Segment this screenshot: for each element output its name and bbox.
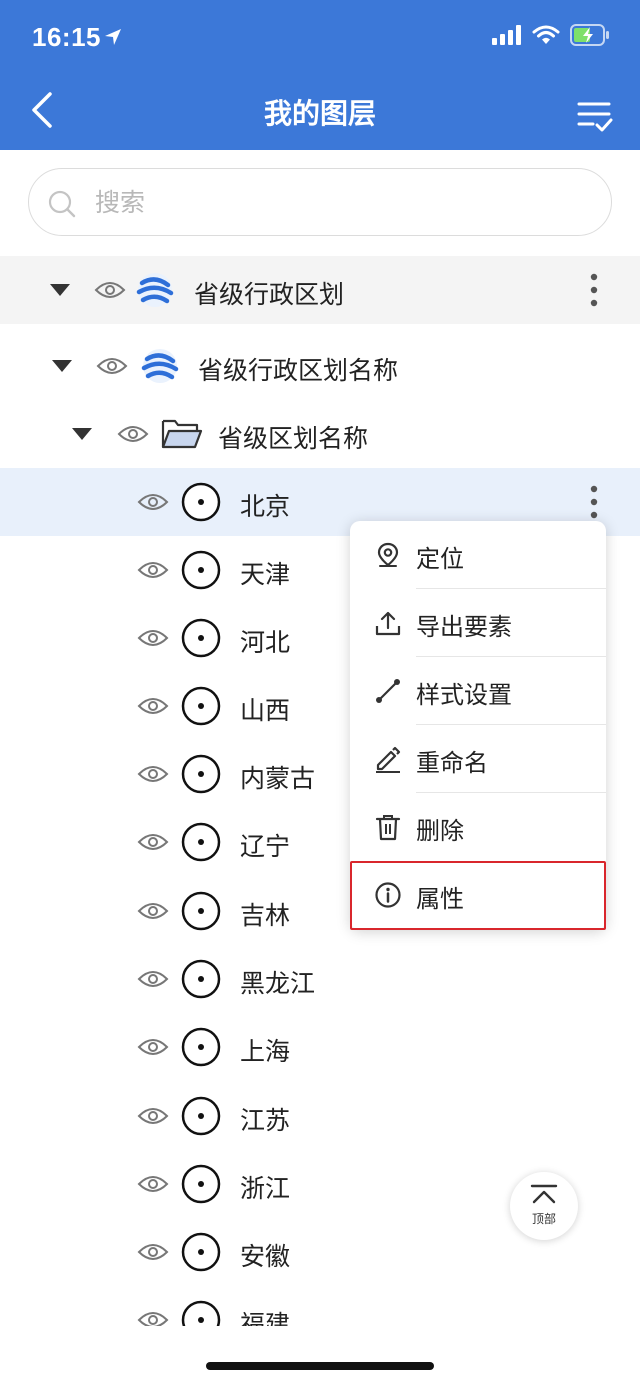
more-vertical-icon[interactable] [588, 484, 600, 520]
tree-label-folder: 省级区划名称 [218, 424, 369, 453]
tree-label-feature: 辽宁 [240, 832, 291, 861]
eye-icon[interactable] [137, 764, 169, 784]
eye-icon[interactable] [137, 628, 169, 648]
tree-label-feature: 安徽 [240, 1242, 291, 1271]
eye-icon[interactable] [137, 1106, 169, 1126]
caret-down-icon[interactable] [50, 284, 70, 298]
tree-row-feature[interactable]: 黑龙江 [0, 945, 640, 1013]
eye-icon[interactable] [137, 1310, 169, 1326]
eye-icon[interactable] [137, 1174, 169, 1194]
menu-item-style[interactable]: 样式设置 [350, 657, 606, 725]
tree-label-feature: 浙江 [240, 1174, 291, 1203]
line-style-icon [376, 679, 400, 703]
tree-row-feature[interactable]: 江苏 [0, 1082, 640, 1150]
eye-icon[interactable] [117, 424, 149, 444]
pencil-icon [376, 746, 401, 773]
eye-icon[interactable] [137, 901, 169, 921]
tree-label-group-layer: 省级行政区划 [194, 280, 345, 309]
menu-item-label: 删除 [416, 817, 464, 845]
globe-layer-icon [141, 349, 179, 383]
menu-item-label: 样式设置 [416, 681, 512, 709]
tree-row-folder[interactable]: 省级区划名称 [0, 400, 640, 468]
tree-label-sub-layer: 省级行政区划名称 [198, 356, 399, 385]
tree-label-feature: 山西 [240, 696, 291, 725]
upload-icon [375, 611, 401, 636]
menu-item-label: 导出要素 [416, 613, 512, 641]
globe-layer-icon [136, 273, 174, 307]
location-pin-icon [377, 542, 399, 567]
point-feature-icon [181, 482, 221, 522]
menu-item-label: 定位 [416, 545, 464, 573]
point-feature-icon [181, 1096, 221, 1136]
point-feature-icon [181, 891, 221, 931]
eye-icon[interactable] [137, 696, 169, 716]
tree-label-feature: 福建 [240, 1310, 291, 1326]
highlight-box [350, 861, 606, 930]
point-feature-icon [181, 822, 221, 862]
tree-label-feature: 吉林 [240, 901, 291, 930]
point-feature-icon [181, 550, 221, 590]
point-feature-icon [181, 959, 221, 999]
more-vertical-icon[interactable] [588, 272, 600, 308]
eye-icon[interactable] [137, 492, 169, 512]
point-feature-icon [181, 1300, 221, 1326]
caret-down-icon[interactable] [52, 360, 72, 374]
eye-icon[interactable] [137, 969, 169, 989]
point-feature-icon [181, 754, 221, 794]
menu-item-locate[interactable]: 定位 [350, 521, 606, 589]
point-feature-icon [181, 1164, 221, 1204]
tree-label-feature: 江苏 [240, 1106, 291, 1135]
tree-label-feature: 黑龙江 [240, 969, 316, 998]
back-to-top-label: 顶部 [531, 1212, 556, 1226]
home-indicator [206, 1362, 434, 1370]
point-feature-icon [181, 686, 221, 726]
trash-icon [375, 815, 401, 841]
folder-open-icon [161, 419, 203, 449]
menu-item-label: 重命名 [416, 749, 488, 777]
tree-row-group-layer[interactable]: 省级行政区划 [0, 256, 640, 324]
eye-icon[interactable] [137, 832, 169, 852]
eye-icon[interactable] [94, 280, 126, 300]
tree-label-feature: 北京 [240, 492, 291, 521]
point-feature-icon [181, 1232, 221, 1272]
tree-row-sub-layer[interactable]: 省级行政区划名称 [0, 332, 640, 400]
menu-item-delete[interactable]: 删除 [350, 793, 606, 861]
menu-item-rename[interactable]: 重命名 [350, 725, 606, 793]
tree-label-feature: 上海 [240, 1037, 291, 1066]
eye-icon[interactable] [137, 1037, 169, 1057]
eye-icon[interactable] [137, 1242, 169, 1262]
tree-label-feature: 内蒙古 [240, 764, 316, 793]
caret-down-icon[interactable] [72, 428, 92, 442]
tree-row-feature[interactable]: 上海 [0, 1013, 640, 1081]
point-feature-icon [181, 1027, 221, 1067]
point-feature-icon [181, 618, 221, 658]
tree-label-feature: 天津 [240, 560, 291, 589]
back-to-top-button[interactable]: 顶部 [510, 1172, 578, 1240]
eye-icon[interactable] [96, 356, 128, 376]
tree-label-feature: 河北 [240, 628, 291, 657]
menu-item-export[interactable]: 导出要素 [350, 589, 606, 657]
tree-row-feature[interactable]: 福建 [0, 1286, 640, 1326]
arrow-up-bar-icon [530, 1184, 558, 1204]
layer-context-menu: 定位 导出要素 样式设置 重命名 删除 属性 [350, 521, 606, 930]
eye-icon[interactable] [137, 560, 169, 580]
